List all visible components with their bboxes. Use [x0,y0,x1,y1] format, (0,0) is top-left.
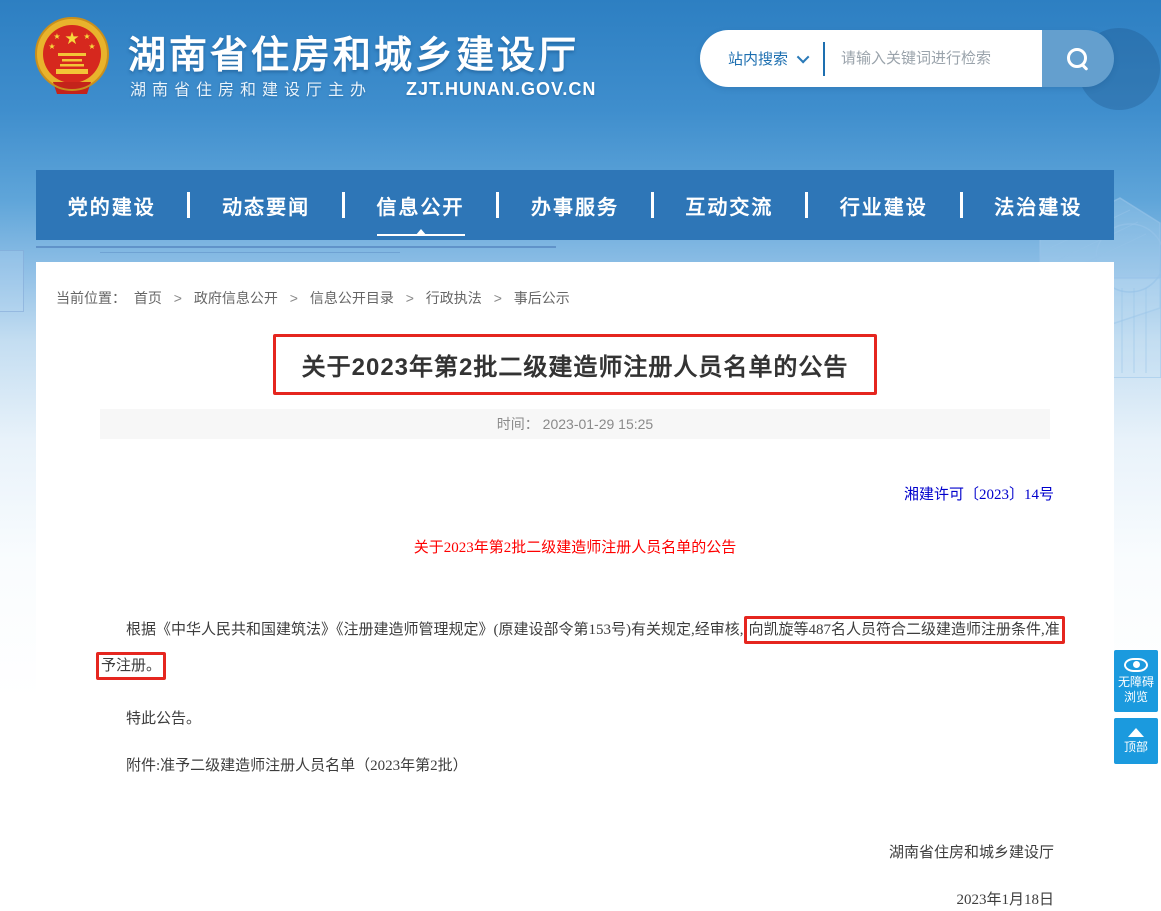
background-art-line [100,252,400,253]
nav-item-interaction[interactable]: 互动交流 [654,191,805,220]
breadcrumb-separator: > [290,290,298,306]
chevron-down-icon [797,51,810,64]
nav-item-label: 办事服务 [531,191,619,220]
back-to-top-button[interactable]: 顶部 [1114,718,1158,764]
annotation-box-title: 关于2023年第2批二级建造师注册人员名单的公告 [273,334,878,395]
annotation-box-highlight-1: 向凯旋等487名人员符合二级建造师注册条件,准 [744,616,1065,644]
search-button[interactable] [1042,30,1114,87]
site-title[interactable]: 湖南省住房和城乡建设厅 [128,24,579,79]
search-input[interactable] [841,50,1042,67]
nav-item-rule-of-law[interactable]: 法治建设 [963,191,1114,220]
search-divider [823,42,825,76]
site-banner: ★ ★ ★ ★ ★ 湖南省住房和城乡建设厅 湖南省住房和建设厅主办 ZJT.HU… [0,0,1161,165]
accessibility-button[interactable]: 无障碍 浏览 [1114,650,1158,712]
paragraph-lead: 根据《中华人民共和国建筑法》《注册建造师管理规定》(原建设部令第153号)有关规… [126,622,744,638]
search-scope-select[interactable]: 站内搜索 [700,48,823,69]
document-closing: 特此公告。 [96,707,1054,728]
page-title: 关于2023年第2批二级建造师注册人员名单的公告 [276,337,875,392]
nav-item-label: 行业建设 [840,191,928,220]
accessibility-label-line1: 无障碍 [1118,675,1154,690]
breadcrumb-item-law-enforcement[interactable]: 行政执法 [426,290,482,306]
main-nav: 党的建设 动态要闻 信息公开 办事服务 互动交流 行业建设 法治建设 [36,170,1114,240]
svg-text:★: ★ [64,29,79,48]
breadcrumb-item-gov-info[interactable]: 政府信息公开 [194,290,278,306]
svg-text:★: ★ [83,32,90,41]
svg-text:★: ★ [88,42,95,51]
attachment-link[interactable]: 附件:准予二级建造师注册人员名单（2023年第2批） [96,754,1054,775]
breadcrumb-item-home[interactable]: 首页 [134,290,162,306]
nav-item-label: 信息公开 [377,191,465,220]
main-content: 当前位置： 首页 > 政府信息公开 > 信息公开目录 > 行政执法 > 事后公示… [36,262,1114,911]
time-label: 时间： [497,416,539,432]
nav-item-party-building[interactable]: 党的建设 [36,191,187,220]
publish-time-bar: 时间： 2023-01-29 15:25 [100,409,1050,439]
svg-text:★: ★ [53,32,60,41]
search-icon [1067,48,1089,70]
site-subtitle: 湖南省住房和建设厅主办 [130,76,372,100]
annotation-box-highlight-2: 予注册。 [96,652,166,680]
document-body: 湘建许可〔2023〕14号 关于2023年第2批二级建造师注册人员名单的公告 根… [36,483,1114,909]
search-scope-label: 站内搜索 [728,48,788,69]
document-title: 关于2023年第2批二级建造师注册人员名单的公告 [96,536,1054,557]
breadcrumb-separator: > [406,290,414,306]
nav-item-label: 动态要闻 [222,191,310,220]
breadcrumb-label: 当前位置： [56,290,126,306]
nav-item-industry[interactable]: 行业建设 [808,191,959,220]
document-date: 2023年1月18日 [96,888,1054,909]
time-value: 2023-01-29 15:25 [543,416,654,432]
up-arrow-icon [1128,728,1144,737]
document-number[interactable]: 湘建许可〔2023〕14号 [96,483,1054,504]
nav-item-label: 互动交流 [685,191,773,220]
breadcrumb-item-post-publicity[interactable]: 事后公示 [514,290,570,306]
nav-item-services[interactable]: 办事服务 [499,191,650,220]
national-emblem-logo: ★ ★ ★ ★ ★ [33,14,111,105]
breadcrumb-separator: > [494,290,502,306]
breadcrumb-separator: > [174,290,182,306]
document-signature: 湖南省住房和城乡建设厅 [96,841,1054,862]
svg-text:★: ★ [48,42,55,51]
breadcrumb: 当前位置： 首页 > 政府信息公开 > 信息公开目录 > 行政执法 > 事后公示 [36,262,1114,308]
nav-item-news[interactable]: 动态要闻 [190,191,341,220]
nav-item-info-disclosure[interactable]: 信息公开 [345,191,496,220]
document-paragraph: 根据《中华人民共和国建筑法》《注册建造师管理规定》(原建设部令第153号)有关规… [96,615,1054,681]
nav-item-label: 法治建设 [994,191,1082,220]
background-art-line [36,246,556,248]
site-search[interactable]: 站内搜索 [700,30,1114,87]
eye-icon [1124,658,1148,672]
breadcrumb-item-info-catalog[interactable]: 信息公开目录 [310,290,394,306]
background-art-building [0,250,24,312]
site-url: ZJT.HUNAN.GOV.CN [406,79,596,100]
accessibility-label-line2: 浏览 [1124,690,1148,705]
back-to-top-label: 顶部 [1124,740,1148,755]
nav-item-label: 党的建设 [68,191,156,220]
